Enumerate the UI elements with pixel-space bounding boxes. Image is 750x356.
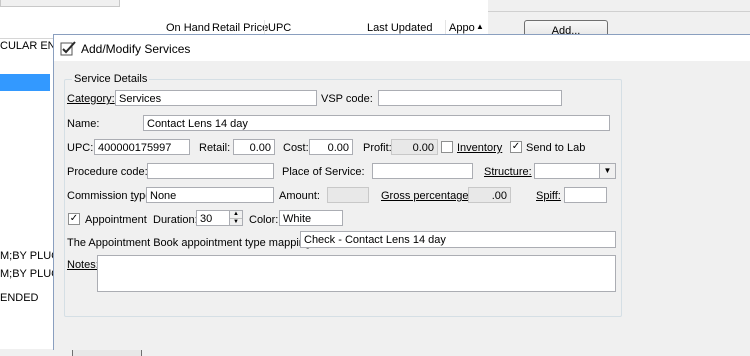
place-of-service-label: Place of Service: bbox=[282, 166, 365, 178]
chevron-up-icon[interactable]: ▲ bbox=[230, 211, 242, 219]
profit-field: 0.00 bbox=[391, 139, 438, 155]
column-header-last-updated[interactable]: Last Updated bbox=[367, 22, 432, 34]
appointment-mapping-label: The Appointment Book appointment type ma… bbox=[67, 237, 315, 249]
upc-field[interactable]: 400000175997 bbox=[94, 139, 190, 155]
send-to-lab-checkbox[interactable]: ✓ bbox=[510, 141, 522, 153]
duration-label: Duration: bbox=[153, 214, 198, 226]
column-header-on-hand[interactable]: On Hand bbox=[166, 22, 210, 34]
selected-list-item[interactable] bbox=[0, 74, 50, 91]
chevron-down-icon[interactable]: ▼ bbox=[230, 219, 242, 226]
sort-ascending-icon: ▲ bbox=[476, 22, 484, 31]
gross-percentage-label: Gross percentage: bbox=[381, 190, 472, 202]
retail-field[interactable]: 0.00 bbox=[233, 139, 275, 155]
add-modify-services-dialog: Add/Modify Services Service Details Cate… bbox=[53, 34, 750, 350]
vsp-code-label: VSP code: bbox=[321, 93, 373, 105]
procedure-code-field[interactable] bbox=[147, 163, 274, 179]
appointment-checkbox[interactable]: ✓ bbox=[68, 213, 80, 225]
chevron-down-icon[interactable]: ▼ bbox=[599, 164, 615, 178]
category-label: Category: bbox=[67, 93, 115, 105]
duration-spinner[interactable]: ▲ ▼ bbox=[229, 210, 243, 226]
inventory-label: Inventory bbox=[457, 142, 503, 154]
divider bbox=[488, 11, 750, 12]
duration-field[interactable]: 30 bbox=[196, 210, 230, 226]
send-to-lab-label: Send to Lab bbox=[526, 142, 586, 154]
dialog-title-bar[interactable]: Add/Modify Services bbox=[54, 35, 750, 61]
cost-field[interactable]: 0.00 bbox=[309, 139, 353, 155]
name-field[interactable]: Contact Lens 14 day bbox=[143, 115, 610, 131]
commission-type-field[interactable]: None bbox=[146, 187, 274, 203]
color-label: Color: bbox=[249, 214, 279, 226]
procedure-code-label: Procedure code: bbox=[67, 166, 148, 178]
appointment-label: Appointment bbox=[85, 214, 147, 226]
list-item[interactable]: M;BY PLUG bbox=[0, 250, 60, 262]
retail-label: Retail: bbox=[199, 142, 231, 154]
notes-label: Notes: bbox=[67, 259, 99, 271]
appointment-mapping-field[interactable]: Check - Contact Lens 14 day bbox=[300, 231, 616, 248]
profit-label: Profit: bbox=[363, 142, 392, 154]
list-item[interactable]: ENDED bbox=[0, 292, 39, 304]
amount-label: Amount: bbox=[279, 190, 320, 202]
spiff-field[interactable] bbox=[564, 187, 607, 203]
upc-label: UPC: bbox=[67, 142, 94, 154]
vsp-code-field[interactable] bbox=[378, 90, 562, 106]
category-field[interactable]: Services bbox=[115, 90, 317, 106]
dialog-title: Add/Modify Services bbox=[81, 42, 191, 56]
name-label: Name: bbox=[67, 118, 100, 130]
spiff-label: Spiff: bbox=[536, 190, 561, 202]
column-header-appointment[interactable]: Appo bbox=[449, 22, 475, 34]
amount-field bbox=[327, 187, 369, 203]
color-field[interactable]: White bbox=[279, 210, 343, 226]
cost-label: Cost: bbox=[283, 142, 309, 154]
structure-label: Structure: bbox=[484, 166, 532, 178]
gross-percentage-field: .00 bbox=[468, 187, 511, 203]
list-item[interactable]: M;BY PLUG bbox=[0, 268, 60, 280]
column-header-upc[interactable]: UPC bbox=[268, 22, 291, 34]
inventory-checkbox[interactable] bbox=[441, 141, 453, 153]
notes-field[interactable] bbox=[97, 255, 616, 292]
column-header-retail-price[interactable]: Retail Price bbox=[212, 22, 268, 34]
toolbar-strip bbox=[0, 0, 120, 7]
group-title: Service Details bbox=[72, 73, 150, 85]
pencil-check-icon bbox=[60, 41, 76, 56]
commission-type-label: Commission type: bbox=[67, 190, 155, 202]
place-of-service-field[interactable] bbox=[372, 163, 473, 179]
